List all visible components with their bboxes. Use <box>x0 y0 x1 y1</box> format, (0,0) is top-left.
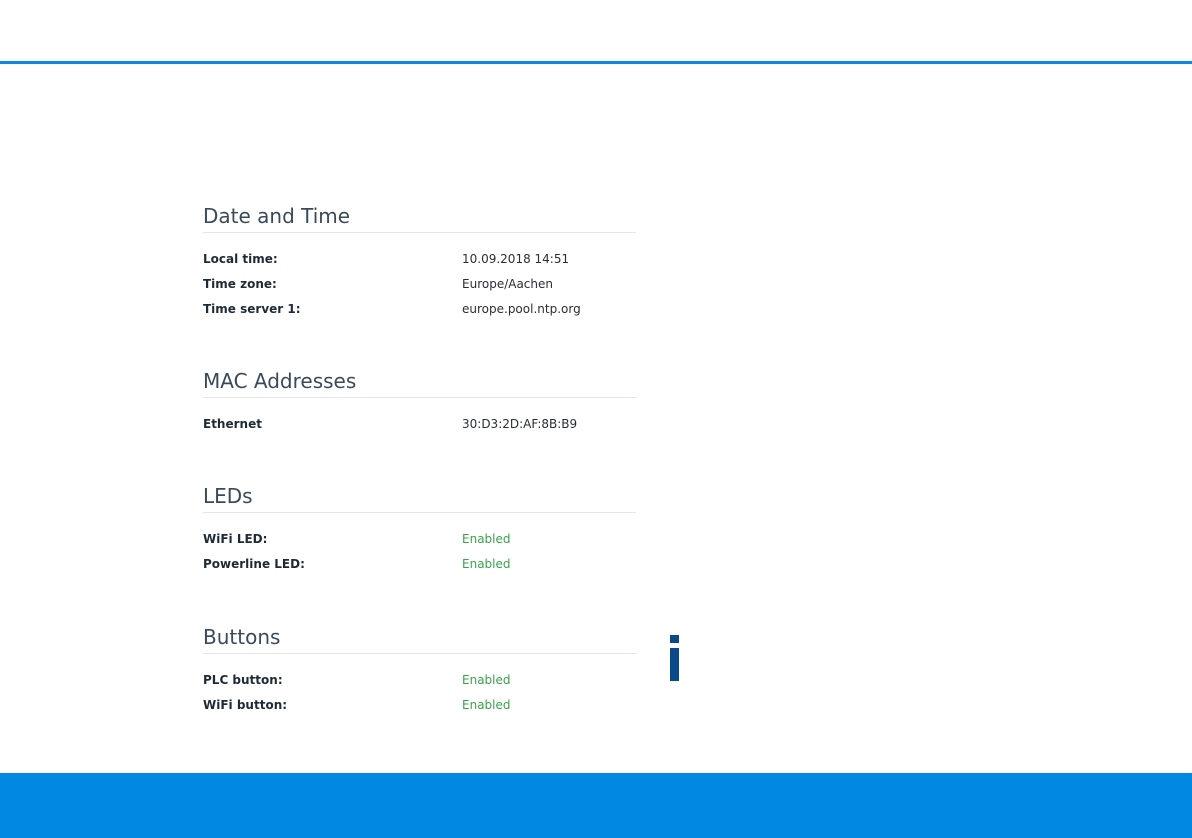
wifi-led-label: WiFi LED: <box>203 532 268 546</box>
section-title-mac-addresses: MAC Addresses <box>203 368 636 398</box>
footer-bar <box>0 773 1192 838</box>
local-time-label: Local time: <box>203 252 278 266</box>
wifi-led-status: Enabled <box>462 532 511 546</box>
row-time-server-1: Time server 1: europe.pool.ntp.org <box>203 297 636 322</box>
ethernet-mac-value: 30:D3:2D:AF:8B:B9 <box>462 417 578 431</box>
section-buttons: Buttons PLC button: Enabled WiFi button:… <box>203 624 636 718</box>
row-ethernet: Ethernet 30:D3:2D:AF:8B:B9 <box>203 412 636 437</box>
plc-button-label: PLC button: <box>203 673 283 687</box>
time-server-1-label: Time server 1: <box>203 302 301 316</box>
powerline-led-status: Enabled <box>462 557 511 571</box>
row-wifi-button: WiFi button: Enabled <box>203 693 636 718</box>
section-title-leds: LEDs <box>203 483 636 513</box>
header-divider <box>0 61 1192 64</box>
time-server-1-value: europe.pool.ntp.org <box>462 302 581 316</box>
row-time-zone: Time zone: Europe/Aachen <box>203 272 636 297</box>
row-local-time: Local time: 10.09.2018 14:51 <box>203 247 636 272</box>
wifi-button-status: Enabled <box>462 698 511 712</box>
time-zone-label: Time zone: <box>203 277 277 291</box>
row-wifi-led: WiFi LED: Enabled <box>203 527 636 552</box>
row-plc-button: PLC button: Enabled <box>203 668 636 693</box>
section-title-buttons: Buttons <box>203 624 636 654</box>
section-leds: LEDs WiFi LED: Enabled Powerline LED: En… <box>203 483 636 577</box>
section-title-date-and-time: Date and Time <box>203 203 636 233</box>
powerline-led-label: Powerline LED: <box>203 557 305 571</box>
wifi-button-label: WiFi button: <box>203 698 288 712</box>
section-mac-addresses: MAC Addresses Ethernet 30:D3:2D:AF:8B:B9 <box>203 368 636 437</box>
ethernet-label: Ethernet <box>203 417 262 431</box>
section-date-and-time: Date and Time Local time: 10.09.2018 14:… <box>203 203 636 322</box>
info-icon <box>664 628 688 686</box>
row-powerline-led: Powerline LED: Enabled <box>203 552 636 577</box>
local-time-value: 10.09.2018 14:51 <box>462 252 570 266</box>
time-zone-value: Europe/Aachen <box>462 277 553 291</box>
plc-button-status: Enabled <box>462 673 511 687</box>
